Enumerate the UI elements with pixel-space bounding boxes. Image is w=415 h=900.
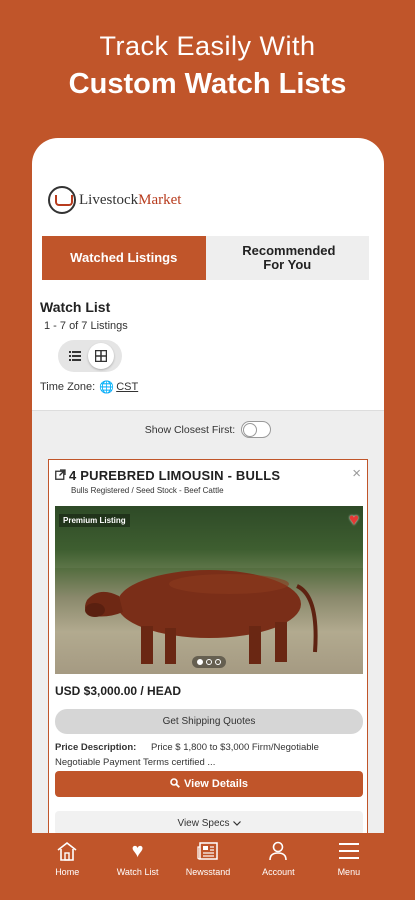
price-description: Price Description: Price $ 1,800 to $3,0…	[55, 742, 365, 753]
tab-recommended[interactable]: Recommended For You	[206, 236, 370, 280]
nav-item-watch-list[interactable]: ♥ Watch List	[102, 833, 172, 900]
view-details-label: View Details	[184, 778, 248, 790]
newspaper-icon	[197, 839, 219, 863]
external-link-icon[interactable]	[55, 468, 66, 483]
promo-header: Track Easily With Custom Watch Lists	[0, 28, 415, 104]
view-details-button[interactable]: View Details	[55, 771, 363, 797]
menu-icon	[338, 839, 359, 863]
price-description-label: Price Description:	[55, 742, 137, 753]
logo-mark-icon	[48, 186, 76, 214]
nav-item-newsstand[interactable]: Newsstand	[173, 833, 243, 900]
phone-screen: LivestockMarket Watched Listings Recomme…	[32, 138, 384, 900]
nav-item-account[interactable]: Account	[243, 833, 313, 900]
tab-watched-listings[interactable]: Watched Listings	[42, 236, 206, 280]
view-specs-label: View Specs	[177, 817, 230, 829]
nav-label: Watch List	[116, 867, 159, 877]
listing-tabs: Watched Listings Recommended For You	[42, 236, 369, 280]
chevron-down-icon	[232, 818, 241, 829]
carousel-dot[interactable]	[197, 659, 203, 665]
logo-text: LivestockMarket	[79, 191, 182, 208]
logo[interactable]: LivestockMarket	[48, 186, 181, 214]
nav-label: Home	[55, 867, 80, 877]
carousel-dots	[192, 656, 226, 668]
search-icon	[170, 777, 180, 791]
globe-icon: 🌐	[99, 380, 115, 394]
listing-title[interactable]: 4 PUREBRED LIMOUSIN - BULLS	[69, 468, 280, 483]
grid-view-icon[interactable]	[88, 343, 114, 369]
payment-text: Negotiable Payment Terms certified ...	[55, 757, 216, 768]
nav-label: Newsstand	[185, 867, 231, 877]
heart-icon: ♥	[131, 839, 144, 862]
price-description-value: Price $ 1,800 to $3,000 Firm/Negotiable	[151, 742, 319, 753]
nav-label: Account	[262, 867, 295, 877]
listing-count: 1 - 7 of 7 Listings	[44, 320, 128, 332]
listing-subtitle: Bulls Registered / Seed Stock - Beef Cat…	[71, 486, 224, 495]
time-zone-label: Time Zone:	[40, 381, 96, 393]
list-view-icon[interactable]	[62, 343, 88, 369]
close-icon[interactable]: ×	[352, 465, 361, 482]
show-closest-filter: Show Closest First:	[32, 421, 384, 438]
carousel-dot[interactable]	[215, 659, 221, 665]
bottom-nav: Home ♥ Watch List Newsstand Account Menu	[32, 833, 384, 900]
nav-item-menu[interactable]: Menu	[314, 833, 384, 900]
time-zone: Time Zone: 🌐 CST	[40, 380, 138, 394]
promo-line-1: Track Easily With	[99, 31, 316, 61]
nav-item-home[interactable]: Home	[32, 833, 102, 900]
shipping-quotes-button[interactable]: Get Shipping Quotes	[55, 709, 363, 734]
watch-list-title: Watch List	[40, 299, 111, 315]
view-toggle	[58, 340, 122, 372]
time-zone-link[interactable]: CST	[116, 381, 138, 393]
listings-area: Show Closest First: 4 PUREBRED LIMOUSIN …	[32, 410, 384, 900]
show-closest-label: Show Closest First:	[144, 423, 236, 436]
nav-label: Menu	[337, 867, 361, 877]
listing-header: 4 PUREBRED LIMOUSIN - BULLS	[55, 468, 280, 483]
premium-badge: Premium Listing	[59, 514, 130, 527]
view-specs-button[interactable]: View Specs	[55, 811, 363, 835]
carousel-dot[interactable]	[206, 659, 212, 665]
show-closest-toggle[interactable]	[241, 421, 272, 438]
person-icon	[268, 839, 288, 863]
promo-line-2: Custom Watch Lists	[68, 68, 347, 100]
heart-icon[interactable]: ♥	[349, 510, 359, 530]
bull-image	[85, 570, 318, 664]
listing-photo[interactable]: Premium Listing ♥	[55, 506, 363, 674]
home-icon	[56, 839, 78, 863]
listing-price: USD $3,000.00 / HEAD	[55, 684, 182, 698]
